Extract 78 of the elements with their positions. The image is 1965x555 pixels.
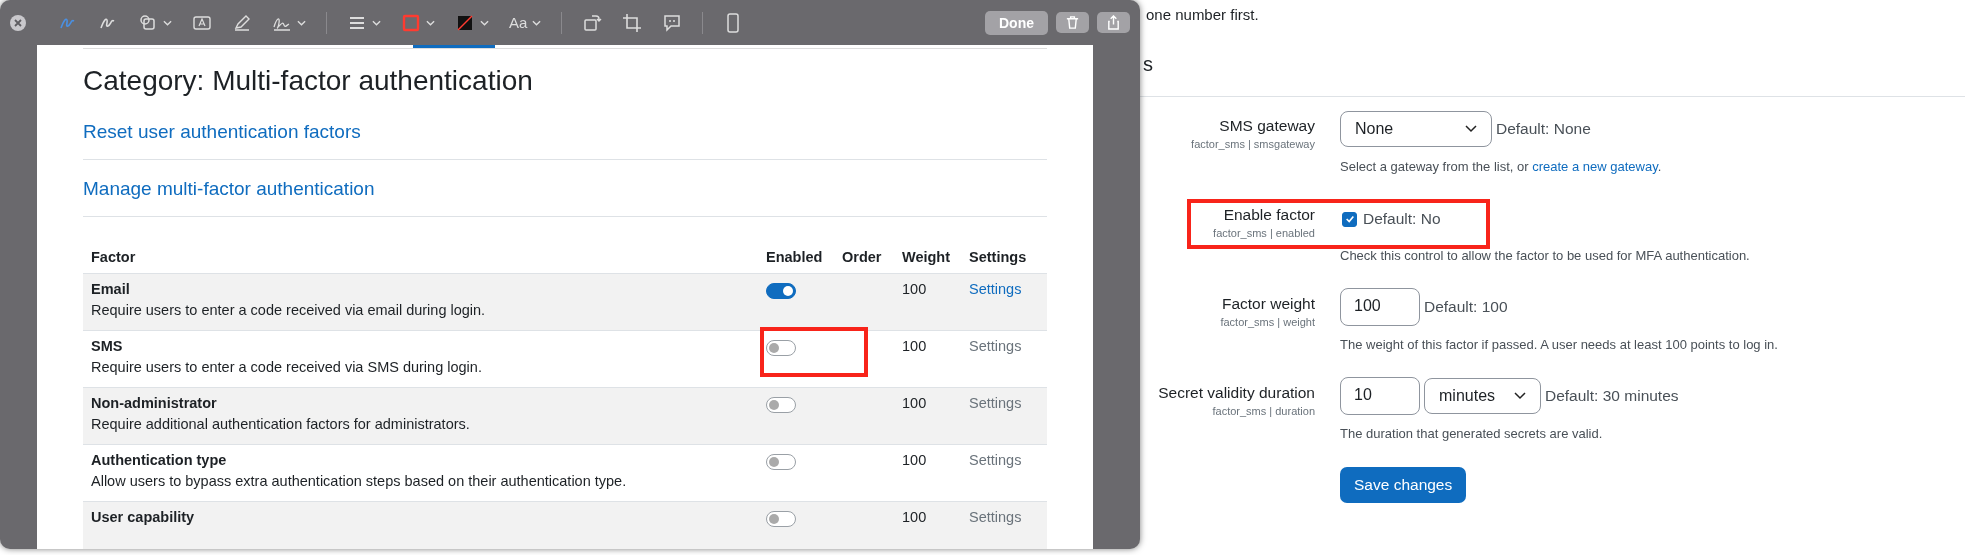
chevron-icon	[1465, 125, 1477, 133]
default-value: Default: 30 minutes	[1545, 387, 1679, 405]
weight-value: 100	[902, 338, 928, 354]
column-header: Order	[842, 249, 883, 265]
share-icon	[1106, 15, 1121, 30]
text-style-button[interactable]: Aa	[509, 14, 528, 31]
share-button[interactable]	[1097, 12, 1130, 33]
help-text: The weight of this factor if passed. A user needs at least 100 points to log in.	[1340, 337, 1778, 352]
factor-name: Non-administrator	[91, 395, 218, 411]
section-heading: s	[1140, 53, 1965, 97]
factor-name: SMS	[91, 338, 124, 354]
help-link[interactable]: create a new gateway	[1532, 159, 1658, 174]
setting-id: factor_sms | smsgateway	[1190, 138, 1315, 150]
chevron-icon	[1514, 392, 1526, 400]
weight-value: 100	[902, 395, 928, 411]
caret-icon[interactable]	[297, 19, 306, 26]
fill-color-icon[interactable]	[455, 12, 475, 33]
settings-link[interactable]: Settings	[969, 395, 1022, 411]
trash-icon	[1065, 15, 1080, 30]
caret-icon[interactable]	[532, 19, 542, 26]
toggle-switch[interactable]	[766, 397, 796, 413]
setting-id: factor_sms | weight	[1219, 316, 1315, 328]
factor-description: Require additional authentication factors for administrators.	[91, 416, 471, 432]
toggle-switch[interactable]	[766, 454, 796, 470]
column-header: Factor	[91, 249, 137, 265]
speech-bubble-icon[interactable]	[662, 12, 683, 33]
weight-value: 100	[902, 509, 928, 525]
setting-label: Factor weight	[1220, 295, 1315, 313]
factor-description: Require users to enter a code received via email during login.	[91, 302, 487, 318]
crop-icon[interactable]	[622, 12, 643, 33]
setting-label: Enable factor	[1222, 206, 1315, 224]
factor-description: Require users to enter a code received via SMS during login.	[91, 359, 483, 375]
shapes-icon[interactable]	[138, 12, 158, 33]
delete-button[interactable]	[1056, 12, 1089, 33]
caret-icon[interactable]	[163, 19, 172, 26]
help-text: Select a gateway from the list, or create a new gateway.	[1340, 159, 1662, 174]
save-button[interactable]: Save changes	[1340, 467, 1467, 503]
checkmark-icon	[1344, 214, 1355, 224]
settings-link[interactable]: Settings	[969, 281, 1022, 297]
default-value: Default: None	[1496, 120, 1591, 138]
setting-label: Secret validity duration	[1157, 384, 1315, 402]
default-value: Default: No	[1363, 210, 1441, 228]
weight-value: 100	[902, 281, 928, 297]
caret-icon[interactable]	[480, 19, 489, 26]
column-header: Weight	[902, 249, 952, 265]
factor-name: User capability	[91, 509, 196, 525]
input-field[interactable]: 10	[1340, 377, 1420, 415]
rotate-icon[interactable]	[582, 12, 603, 33]
factor-name: Email	[91, 281, 131, 297]
close-icon[interactable]	[10, 14, 26, 31]
settings-link[interactable]: Settings	[969, 509, 1022, 525]
gateway-select[interactable]: None	[1340, 111, 1492, 147]
setting-label: SMS gateway	[1218, 117, 1315, 135]
section-link[interactable]: Manage multi-factor authentication	[83, 178, 375, 199]
section-link[interactable]: Reset user authentication factors	[83, 121, 361, 142]
weight-value: 100	[902, 452, 928, 468]
toggle-switch[interactable]	[766, 340, 796, 356]
factor-description: Allow users to bypass extra authentication steps based on their authentication type.	[91, 473, 628, 489]
toggle-switch[interactable]	[766, 511, 796, 527]
setting-id: factor_sms | duration	[1211, 405, 1315, 417]
factor-name: Authentication type	[91, 452, 228, 468]
column-header: Settings	[969, 249, 1028, 265]
help-text: Check this control to allow the factor to be used for MFA authentication.	[1340, 248, 1750, 263]
caret-icon[interactable]	[372, 19, 381, 26]
caret-icon[interactable]	[426, 19, 435, 26]
setting-id: factor_sms | enabled	[1212, 227, 1315, 239]
page-title: Category: Multi-factor authentication	[83, 65, 534, 97]
help-text: The duration that generated secrets are valid.	[1340, 426, 1604, 441]
column-header: Enabled	[766, 249, 824, 265]
checkbox[interactable]	[1342, 211, 1357, 227]
intro-text: one number first.	[1145, 6, 1260, 23]
default-value: Default: 100	[1424, 298, 1508, 316]
unit-select[interactable]: minutes	[1424, 378, 1541, 414]
border-color-icon[interactable]	[401, 12, 421, 33]
settings-link[interactable]: Settings	[969, 338, 1022, 354]
settings-link[interactable]: Settings	[969, 452, 1022, 468]
input-field[interactable]: 100	[1340, 288, 1420, 326]
toggle-switch[interactable]	[766, 283, 796, 299]
